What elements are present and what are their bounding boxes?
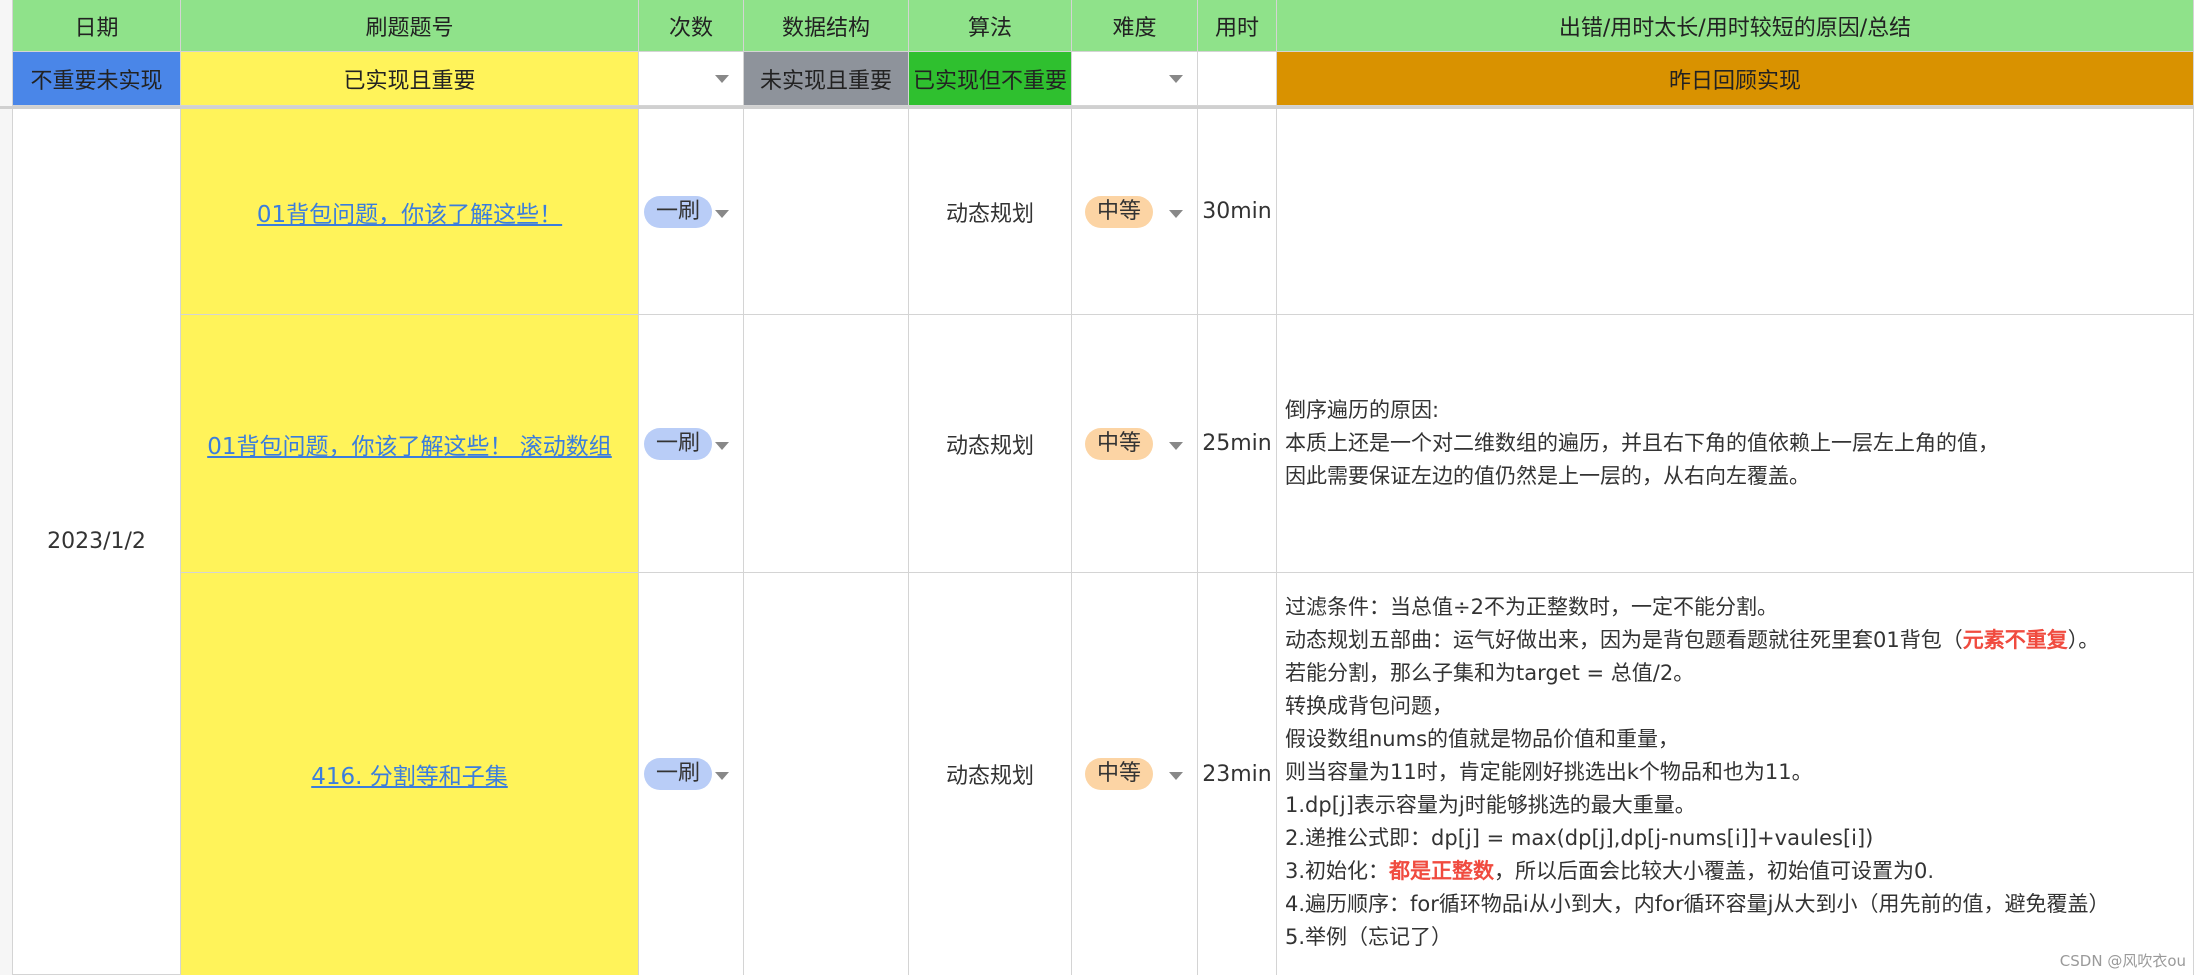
structure-cell[interactable] [744, 315, 909, 573]
algorithm-cell[interactable]: 动态规划 [909, 109, 1072, 315]
notes-line: 则当容量为11时，肯定能刚好挑选出k个物品和也为11。 [1285, 760, 1813, 784]
problem-link[interactable]: 416. 分割等和子集 [311, 757, 508, 791]
notes-line: 若能分割，那么子集和为target = 总值/2。 [1285, 661, 1695, 685]
count-cell[interactable]: 一刷 [639, 315, 744, 573]
notes-highlight: 都是正整数 [1389, 859, 1495, 883]
count-tag: 一刷 [644, 195, 713, 228]
notes-line: 过滤条件：当总值÷2不为正整数时，一定不能分割。 [1285, 595, 1778, 619]
header-date[interactable]: 日期 [13, 0, 181, 52]
count-cell[interactable]: 一刷 [639, 573, 744, 975]
notes-line: 5.举例（忘记了） [1285, 925, 1453, 949]
algorithm-cell[interactable]: 动态规划 [909, 573, 1072, 975]
notes-cell[interactable]: 过滤条件：当总值÷2不为正整数时，一定不能分割。 动态规划五部曲：运气好做出来，… [1277, 573, 2194, 975]
structure-cell[interactable] [744, 573, 909, 975]
difficulty-tag: 中等 [1085, 427, 1154, 460]
algorithm-value: 动态规划 [945, 433, 1034, 459]
header-count[interactable]: 次数 [639, 0, 744, 52]
header-difficulty[interactable]: 难度 [1072, 0, 1198, 52]
problem-cell[interactable]: 01背包问题，你该了解这些！ 滚动数组 [181, 315, 639, 573]
legend-time-empty[interactable] [1198, 52, 1277, 106]
notes-text: 过滤条件：当总值÷2不为正整数时，一定不能分割。 动态规划五部曲：运气好做出来，… [1277, 573, 2193, 975]
watermark: CSDN @风吹衣ou [2059, 952, 2186, 970]
notes-cell[interactable] [1277, 109, 2194, 315]
notes-segment: ，所以后面会比较大小覆盖，初始值可设置为0. [1494, 859, 1935, 883]
header-summary[interactable]: 出错/用时太长/用时较短的原因/总结 [1277, 0, 2194, 52]
algorithm-value: 动态规划 [945, 201, 1034, 227]
algorithm-value: 动态规划 [945, 764, 1034, 789]
header-time[interactable]: 用时 [1198, 0, 1277, 52]
chevron-down-icon[interactable] [1169, 442, 1183, 450]
legend-done-important[interactable]: 已实现且重要 [181, 52, 639, 106]
spreadsheet-grid: 日期 刷题题号 次数 数据结构 算法 难度 用时 出错/用时太长/用时较短的原因… [0, 0, 2194, 975]
legend-count-dropdown[interactable] [639, 52, 744, 106]
chevron-down-icon[interactable] [1169, 210, 1183, 218]
count-tag: 一刷 [644, 758, 713, 790]
header-problem[interactable]: 刷题题号 [181, 0, 639, 52]
notes-line: 动态规划五部曲：运气好做出来，因为是背包题看题就往死里套01背包（元素不重复）。 [1285, 624, 2193, 657]
notes-segment: 3.初始化： [1285, 859, 1390, 883]
problem-link[interactable]: 01背包问题，你该了解这些！ [257, 195, 562, 229]
chevron-down-icon[interactable] [1169, 772, 1183, 780]
count-cell[interactable]: 一刷 [639, 109, 744, 315]
header-structure[interactable]: 数据结构 [744, 0, 909, 52]
notes-line: 1.dp[j]表示容量为j时能够挑选的最大重量。 [1285, 793, 1696, 817]
legend-done-not-important[interactable]: 已实现但不重要 [909, 52, 1072, 106]
notes-line: 假设数组nums的值就是物品价值和重量， [1285, 727, 1680, 751]
time-cell[interactable]: 30min [1198, 109, 1277, 315]
notes-highlight: 元素不重复 [1962, 628, 2068, 652]
difficulty-tag: 中等 [1085, 758, 1154, 790]
difficulty-cell[interactable]: 中等 [1072, 573, 1198, 975]
notes-line: 倒序遍历的原因: [1285, 398, 1440, 422]
legend-difficulty-dropdown[interactable] [1072, 52, 1198, 106]
difficulty-cell[interactable]: 中等 [1072, 109, 1198, 315]
legend-not-important-not-done[interactable]: 不重要未实现 [13, 52, 181, 106]
notes-cell[interactable]: 倒序遍历的原因: 本质上还是一个对二维数组的遍历，并且右下角的值依赖上一层左上角… [1277, 315, 2194, 573]
notes-line: 4.遍历顺序：for循环物品i从小到大，内for循环容量j从大到小（用先前的值，… [1285, 892, 2110, 916]
legend-review-yesterday[interactable]: 昨日回顾实现 [1277, 52, 2194, 106]
time-value: 23min [1202, 761, 1272, 787]
notes-line: 2.递推公式即：dp[j] = max(dp[j],dp[j-nums[i]]+… [1285, 826, 1874, 850]
structure-cell[interactable] [744, 109, 909, 315]
notes-segment: ）。 [2067, 628, 2100, 652]
problem-cell[interactable]: 416. 分割等和子集 [181, 573, 639, 975]
difficulty-cell[interactable]: 中等 [1072, 315, 1198, 573]
problem-cell[interactable]: 01背包问题，你该了解这些！ [181, 109, 639, 315]
chevron-down-icon[interactable] [715, 210, 729, 218]
difficulty-tag: 中等 [1085, 195, 1154, 228]
notes-text: 倒序遍历的原因: 本质上还是一个对二维数组的遍历，并且右下角的值依赖上一层左上角… [1277, 315, 2193, 572]
time-cell[interactable]: 25min [1198, 315, 1277, 573]
chevron-down-icon[interactable] [715, 772, 729, 780]
count-tag: 一刷 [644, 427, 713, 460]
time-cell[interactable]: 23min [1198, 573, 1277, 975]
notes-segment: 动态规划五部曲：运气好做出来，因为是背包题看题就往死里套01背包（ [1285, 628, 1963, 652]
chevron-down-icon[interactable] [715, 442, 729, 450]
notes-line: 3.初始化：都是正整数，所以后面会比较大小覆盖，初始值可设置为0. [1285, 855, 2193, 888]
notes-line: 因此需要保证左边的值仍然是上一层的，从右向左覆盖。 [1285, 464, 1810, 488]
date-value: 2023/1/2 [47, 529, 146, 554]
date-cell[interactable]: 2023/1/2 [13, 109, 181, 975]
notes-line: 转换成背包问题， [1285, 694, 1453, 718]
legend-not-done-important[interactable]: 未实现且重要 [744, 52, 909, 106]
chevron-down-icon[interactable] [715, 75, 729, 83]
algorithm-cell[interactable]: 动态规划 [909, 315, 1072, 573]
row-header-gutter [0, 0, 13, 975]
time-value: 30min [1202, 199, 1272, 224]
time-value: 25min [1202, 431, 1272, 456]
header-algorithm[interactable]: 算法 [909, 0, 1072, 52]
notes-line: 本质上还是一个对二维数组的遍历，并且右下角的值依赖上一层左上角的值， [1285, 431, 1999, 455]
chevron-down-icon[interactable] [1169, 75, 1183, 83]
problem-link[interactable]: 01背包问题，你该了解这些！ 滚动数组 [207, 427, 612, 461]
